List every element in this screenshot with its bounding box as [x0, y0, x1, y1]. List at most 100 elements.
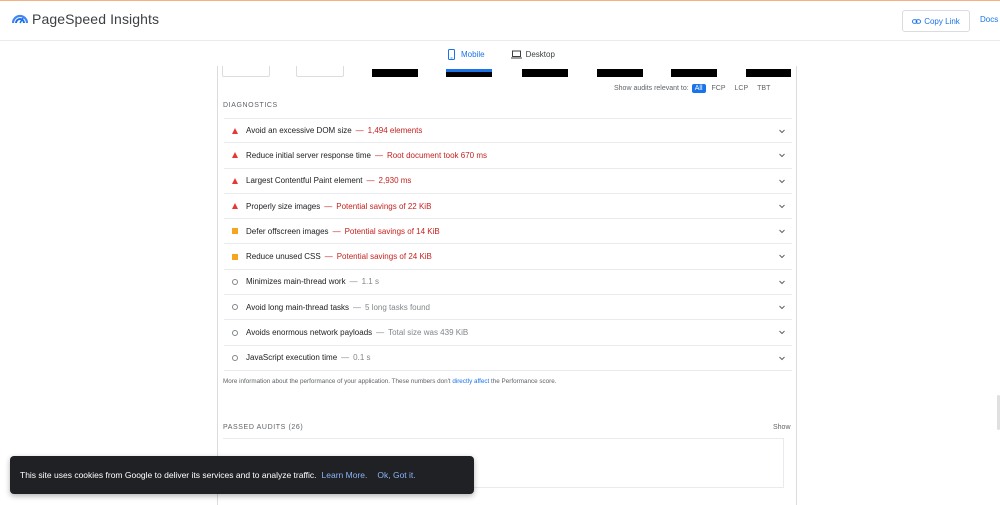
audit-indicator	[224, 354, 246, 361]
chevron-down-icon[interactable]	[778, 328, 786, 336]
audit-separator: —	[341, 353, 350, 363]
filter-chip-fcp[interactable]: FCP	[709, 84, 729, 93]
audit-detail: 1,494 elements	[367, 126, 423, 136]
audit-row[interactable]: JavaScript execution time —0.1 s	[224, 346, 792, 371]
audit-row[interactable]: Avoid long main-thread tasks —5 long task…	[224, 295, 792, 321]
fail-triangle-icon	[232, 203, 238, 210]
audit-row[interactable]: Avoid an excessive DOM size —1,494 elemen…	[224, 118, 792, 144]
top-app-bar: PageSpeed Insights Copy Link Docs	[0, 0, 1000, 41]
show-passed-button[interactable]: Show	[773, 424, 791, 431]
directly-affect-link[interactable]: directly affect	[452, 378, 489, 385]
info-circle-icon	[232, 329, 238, 336]
audit-indicator	[224, 228, 246, 235]
average-square-icon	[232, 253, 238, 260]
passed-audits-title: PASSED AUDITS (26)	[223, 424, 304, 431]
chevron-down-icon[interactable]	[778, 127, 786, 135]
pagespeed-logo-icon	[12, 14, 28, 24]
top-accent-line	[0, 0, 1000, 1]
learn-more-link[interactable]: Learn More.	[322, 470, 368, 480]
audit-title: Minimizes main-thread work	[246, 277, 346, 287]
tab-desktop[interactable]: Desktop	[505, 46, 561, 62]
info-circle-icon	[232, 354, 238, 361]
audit-detail: Root document took 670 ms	[386, 150, 488, 160]
audit-detail: Total size was 439 KiB	[388, 328, 469, 338]
audit-title: Reduce unused CSS	[246, 252, 321, 262]
audit-separator: —	[349, 277, 358, 287]
audit-title: Avoids enormous network payloads	[246, 328, 373, 338]
audit-row[interactable]: Reduce unused CSS — Potential savings of 2…	[224, 244, 792, 270]
chevron-down-icon[interactable]	[778, 303, 786, 311]
filter-chip-tbt[interactable]: TBT	[754, 84, 773, 93]
filter-chip-all[interactable]: All	[691, 84, 706, 93]
chevron-down-icon[interactable]	[778, 252, 786, 260]
audit-separator: —	[324, 201, 333, 211]
audit-indicator	[224, 152, 246, 159]
filter-label: Show audits relevant to:	[614, 85, 689, 92]
audit-title: JavaScript execution time	[246, 353, 338, 363]
app-title: PageSpeed Insights	[32, 11, 160, 27]
audit-title: Defer offscreen images	[246, 226, 329, 236]
redacted-region	[597, 69, 643, 77]
chevron-down-icon[interactable]	[778, 151, 786, 159]
audit-separator: —	[376, 328, 385, 338]
audit-row[interactable]: Reduce initial server response time — Root…	[224, 143, 792, 169]
metric-pill	[296, 66, 344, 77]
audit-row[interactable]: Avoids enormous network payloads — Total s…	[224, 320, 792, 346]
info-circle-icon	[232, 304, 238, 311]
tab-desktop-label: Desktop	[525, 49, 555, 59]
docs-link[interactable]: Docs	[980, 15, 998, 24]
chevron-down-icon[interactable]	[778, 354, 786, 362]
copy-link-label: Copy Link	[924, 16, 960, 26]
audit-indicator	[224, 203, 246, 210]
diagnostics-list: Avoid an excessive DOM size — 1,494 elemen…	[224, 118, 792, 371]
audit-row[interactable]: Properly size images — Potential savings o…	[224, 194, 792, 220]
diagnostics-title: DIAGNOSTICS	[223, 102, 278, 109]
audit-title: Properly size images	[246, 201, 321, 211]
audit-title: Avoid long main-thread tasks	[246, 302, 350, 312]
chevron-down-icon[interactable]	[778, 177, 786, 185]
audit-row[interactable]: Minimizes main-thread work —1.1 s	[224, 270, 792, 296]
audit-indicator	[224, 329, 246, 336]
audit-separator: —	[353, 302, 362, 312]
fail-triangle-icon	[232, 177, 238, 184]
audit-detail: Potential savings of 14 KiB	[344, 226, 440, 236]
redacted-region	[372, 69, 418, 77]
audit-title: Largest Contentful Paint element	[246, 176, 363, 186]
audit-row[interactable]: Largest Contentful Paint element —2,930 m…	[224, 169, 792, 194]
laptop-icon	[510, 50, 522, 58]
redacted-region	[522, 69, 568, 77]
audit-indicator	[224, 304, 246, 311]
audit-row[interactable]: Defer offscreen images — Potential savings…	[224, 219, 792, 245]
chevron-down-icon[interactable]	[778, 202, 786, 210]
cookie-message: This site uses cookies from Google to de…	[20, 470, 317, 480]
audit-separator: —	[332, 226, 341, 236]
metric-pill	[222, 66, 270, 77]
audit-indicator	[224, 127, 246, 134]
audit-detail: 5 long tasks found	[365, 302, 430, 312]
chevron-down-icon[interactable]	[778, 227, 786, 235]
audit-detail: 0.1 s	[353, 353, 371, 363]
audit-indicator	[224, 177, 246, 184]
cookie-toast: This site uses cookies from Google to de…	[10, 456, 474, 494]
filter-chip-lcp[interactable]: LCP	[732, 84, 752, 93]
copy-link-button[interactable]: Copy Link	[902, 10, 970, 32]
chevron-down-icon[interactable]	[778, 278, 786, 286]
audit-title: Reduce initial server response time	[246, 150, 371, 160]
audit-detail: Potential savings of 22 KiB	[336, 201, 432, 211]
fail-triangle-icon	[232, 127, 238, 134]
diagnostics-info: More information about the performance o…	[223, 378, 557, 385]
audit-title: Avoid an excessive DOM size	[246, 126, 352, 136]
device-tabs: Mobile Desktop	[440, 46, 561, 62]
audit-detail: 1.1 s	[361, 277, 379, 287]
active-tab-indicator	[446, 69, 492, 72]
audit-separator: —	[374, 150, 383, 160]
audit-indicator	[224, 253, 246, 260]
audit-detail: Potential savings of 24 KiB	[336, 252, 432, 262]
app-logo[interactable]: PageSpeed Insights	[12, 11, 159, 27]
info-circle-icon	[232, 278, 238, 285]
ok-got-it-button[interactable]: Ok, Got it.	[377, 470, 415, 480]
audit-indicator	[224, 278, 246, 285]
audit-filter: Show audits relevant to: All FCP LCP TBT	[614, 84, 773, 93]
audit-separator: —	[366, 176, 375, 186]
tab-mobile[interactable]: Mobile	[440, 46, 491, 62]
